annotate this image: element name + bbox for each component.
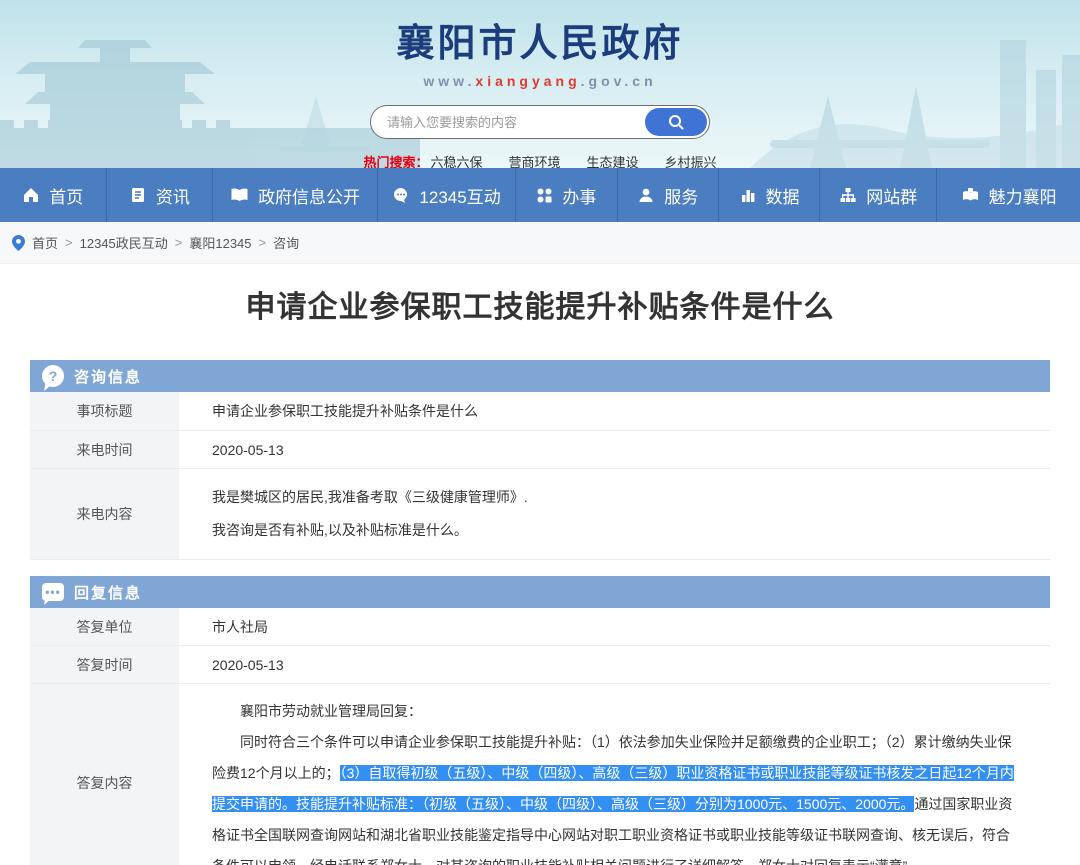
breadcrumb-item-current: 咨询 — [273, 233, 299, 252]
hot-search: 热门搜索： 六稳六保 营商环境 生态建设 乡村振兴 — [280, 152, 800, 168]
table-row: 来电内容 我是樊城区的居民,我准备考取《三级健康管理师》. 我咨询是否有补贴,以… — [30, 469, 1050, 560]
main-content: 申请企业参保职工技能提升补贴条件是什么 ? 咨询信息 事项标题 申请企业参保职工… — [0, 264, 1080, 865]
row-label: 事项标题 — [30, 392, 182, 430]
row-value: 2020-05-13 — [182, 431, 1050, 468]
hot-search-link[interactable]: 营商环境 — [508, 152, 560, 168]
breadcrumb-item-home[interactable]: 首页 — [32, 233, 58, 252]
row-label: 答复单位 — [30, 608, 182, 645]
nav-item-site-group[interactable]: 网站群 — [820, 168, 937, 222]
nav-item-affairs[interactable]: 办事 — [516, 168, 617, 222]
row-label: 答复时间 — [30, 646, 182, 683]
main-nav: 首页 资讯 政府信息公开 12345互动 办事 服务 数据 网站群 魅力襄阳 — [0, 168, 1080, 222]
hot-search-link[interactable]: 生态建设 — [587, 152, 639, 168]
nav-item-label: 魅力襄阳 — [989, 183, 1057, 208]
table-row: 来电时间 2020-05-13 — [30, 431, 1050, 469]
row-value: 我是樊城区的居民,我准备考取《三级健康管理师》. 我咨询是否有补贴,以及补贴标准… — [182, 469, 1050, 559]
search-icon — [667, 113, 685, 131]
row-label: 来电内容 — [30, 469, 182, 559]
table-row: 事项标题 申请企业参保职工技能提升补贴条件是什么 — [30, 392, 1050, 431]
hot-search-label: 热门搜索： — [363, 152, 428, 168]
table-row: 答复内容 襄阳市劳动就业管理局回复： 同时符合三个条件可以申请企业参保职工技能提… — [30, 684, 1050, 865]
nav-item-gov-info[interactable]: 政府信息公开 — [213, 168, 378, 222]
location-pin-icon — [12, 235, 25, 251]
person-icon — [637, 186, 655, 204]
reply-section-header: ••• 回复信息 — [30, 576, 1050, 608]
charm-icon — [961, 186, 980, 204]
bar-chart-icon — [739, 186, 757, 204]
reply-section: ••• 回复信息 答复单位 市人社局 答复时间 2020-05-13 答复内容 … — [30, 576, 1050, 865]
nav-item-charming-xiangyang[interactable]: 魅力襄阳 — [937, 168, 1080, 222]
reply-paragraph: 同时符合三个条件可以申请企业参保职工技能提升补贴：（1）依法参加失业保险并足额缴… — [212, 727, 1020, 865]
search-button[interactable] — [645, 108, 707, 136]
nav-item-data[interactable]: 数据 — [719, 168, 820, 222]
nav-item-label: 办事 — [562, 183, 596, 208]
reply-table: 答复单位 市人社局 答复时间 2020-05-13 答复内容 襄阳市劳动就业管理… — [30, 608, 1050, 865]
nav-item-label: 服务 — [664, 183, 698, 208]
site-url: www.xiangyang.gov.cn — [280, 73, 800, 89]
nav-item-label: 政府信息公开 — [258, 183, 360, 208]
reply-paragraph: 襄阳市劳动就业管理局回复： — [212, 696, 1020, 727]
search-bar — [370, 105, 710, 139]
site-url-domain: xiangyang — [475, 73, 580, 89]
breadcrumb-separator: > — [175, 235, 183, 250]
breadcrumb: 首页 > 12345政民互动 > 襄阳12345 > 咨询 — [0, 222, 1080, 264]
nav-item-news[interactable]: 资讯 — [107, 168, 214, 222]
nav-item-home[interactable]: 首页 — [0, 168, 107, 222]
table-row: 答复时间 2020-05-13 — [30, 646, 1050, 684]
news-icon — [129, 186, 147, 204]
row-value: 申请企业参保职工技能提升补贴条件是什么 — [182, 392, 1050, 430]
site-title: 襄阳市人民政府 — [280, 12, 800, 67]
nav-item-label: 网站群 — [866, 183, 917, 208]
nav-item-label: 资讯 — [156, 183, 190, 208]
chat-bubble-icon — [392, 186, 410, 204]
sitemap-icon — [839, 186, 857, 204]
nav-item-label: 首页 — [49, 183, 83, 208]
breadcrumb-item-12345[interactable]: 襄阳12345 — [189, 233, 251, 252]
consult-section: ? 咨询信息 事项标题 申请企业参保职工技能提升补贴条件是什么 来电时间 202… — [30, 360, 1050, 560]
consult-section-title: 咨询信息 — [74, 366, 142, 387]
nav-item-label: 12345互动 — [419, 183, 500, 208]
page-title: 申请企业参保职工技能提升补贴条件是什么 — [30, 290, 1050, 326]
consult-table: 事项标题 申请企业参保职工技能提升补贴条件是什么 来电时间 2020-05-13… — [30, 392, 1050, 560]
row-label: 来电时间 — [30, 431, 182, 468]
question-bubble-icon: ? — [42, 365, 64, 387]
hot-search-link[interactable]: 乡村振兴 — [665, 152, 717, 168]
reply-section-title: 回复信息 — [74, 582, 142, 603]
nav-item-label: 数据 — [766, 183, 800, 208]
table-row: 答复单位 市人社局 — [30, 608, 1050, 646]
call-content-line: 我是樊城区的居民,我准备考取《三级健康管理师》. — [212, 481, 1020, 514]
row-label: 答复内容 — [30, 684, 182, 865]
consult-section-header: ? 咨询信息 — [30, 360, 1050, 392]
call-content-line: 我咨询是否有补贴,以及补贴标准是什么。 — [212, 514, 1020, 547]
breadcrumb-separator: > — [65, 235, 73, 250]
nav-item-12345[interactable]: 12345互动 — [378, 168, 516, 222]
open-book-icon — [230, 186, 249, 204]
nav-item-services[interactable]: 服务 — [618, 168, 719, 222]
hot-search-link[interactable]: 六稳六保 — [430, 152, 482, 168]
breadcrumb-separator: > — [259, 235, 267, 250]
site-header: 襄阳市人民政府 www.xiangyang.gov.cn 热门搜索： 六稳六保 … — [0, 0, 1080, 168]
site-url-suffix: .gov.cn — [581, 73, 657, 89]
row-value: 2020-05-13 — [182, 646, 1050, 683]
grid-icon — [536, 187, 553, 204]
row-value: 市人社局 — [182, 608, 1050, 645]
breadcrumb-item-interaction[interactable]: 12345政民互动 — [80, 233, 168, 252]
home-icon — [22, 186, 40, 204]
reply-content: 襄阳市劳动就业管理局回复： 同时符合三个条件可以申请企业参保职工技能提升补贴：（… — [182, 684, 1050, 865]
site-url-www: www. — [423, 73, 475, 89]
reply-bubble-icon: ••• — [42, 583, 64, 601]
